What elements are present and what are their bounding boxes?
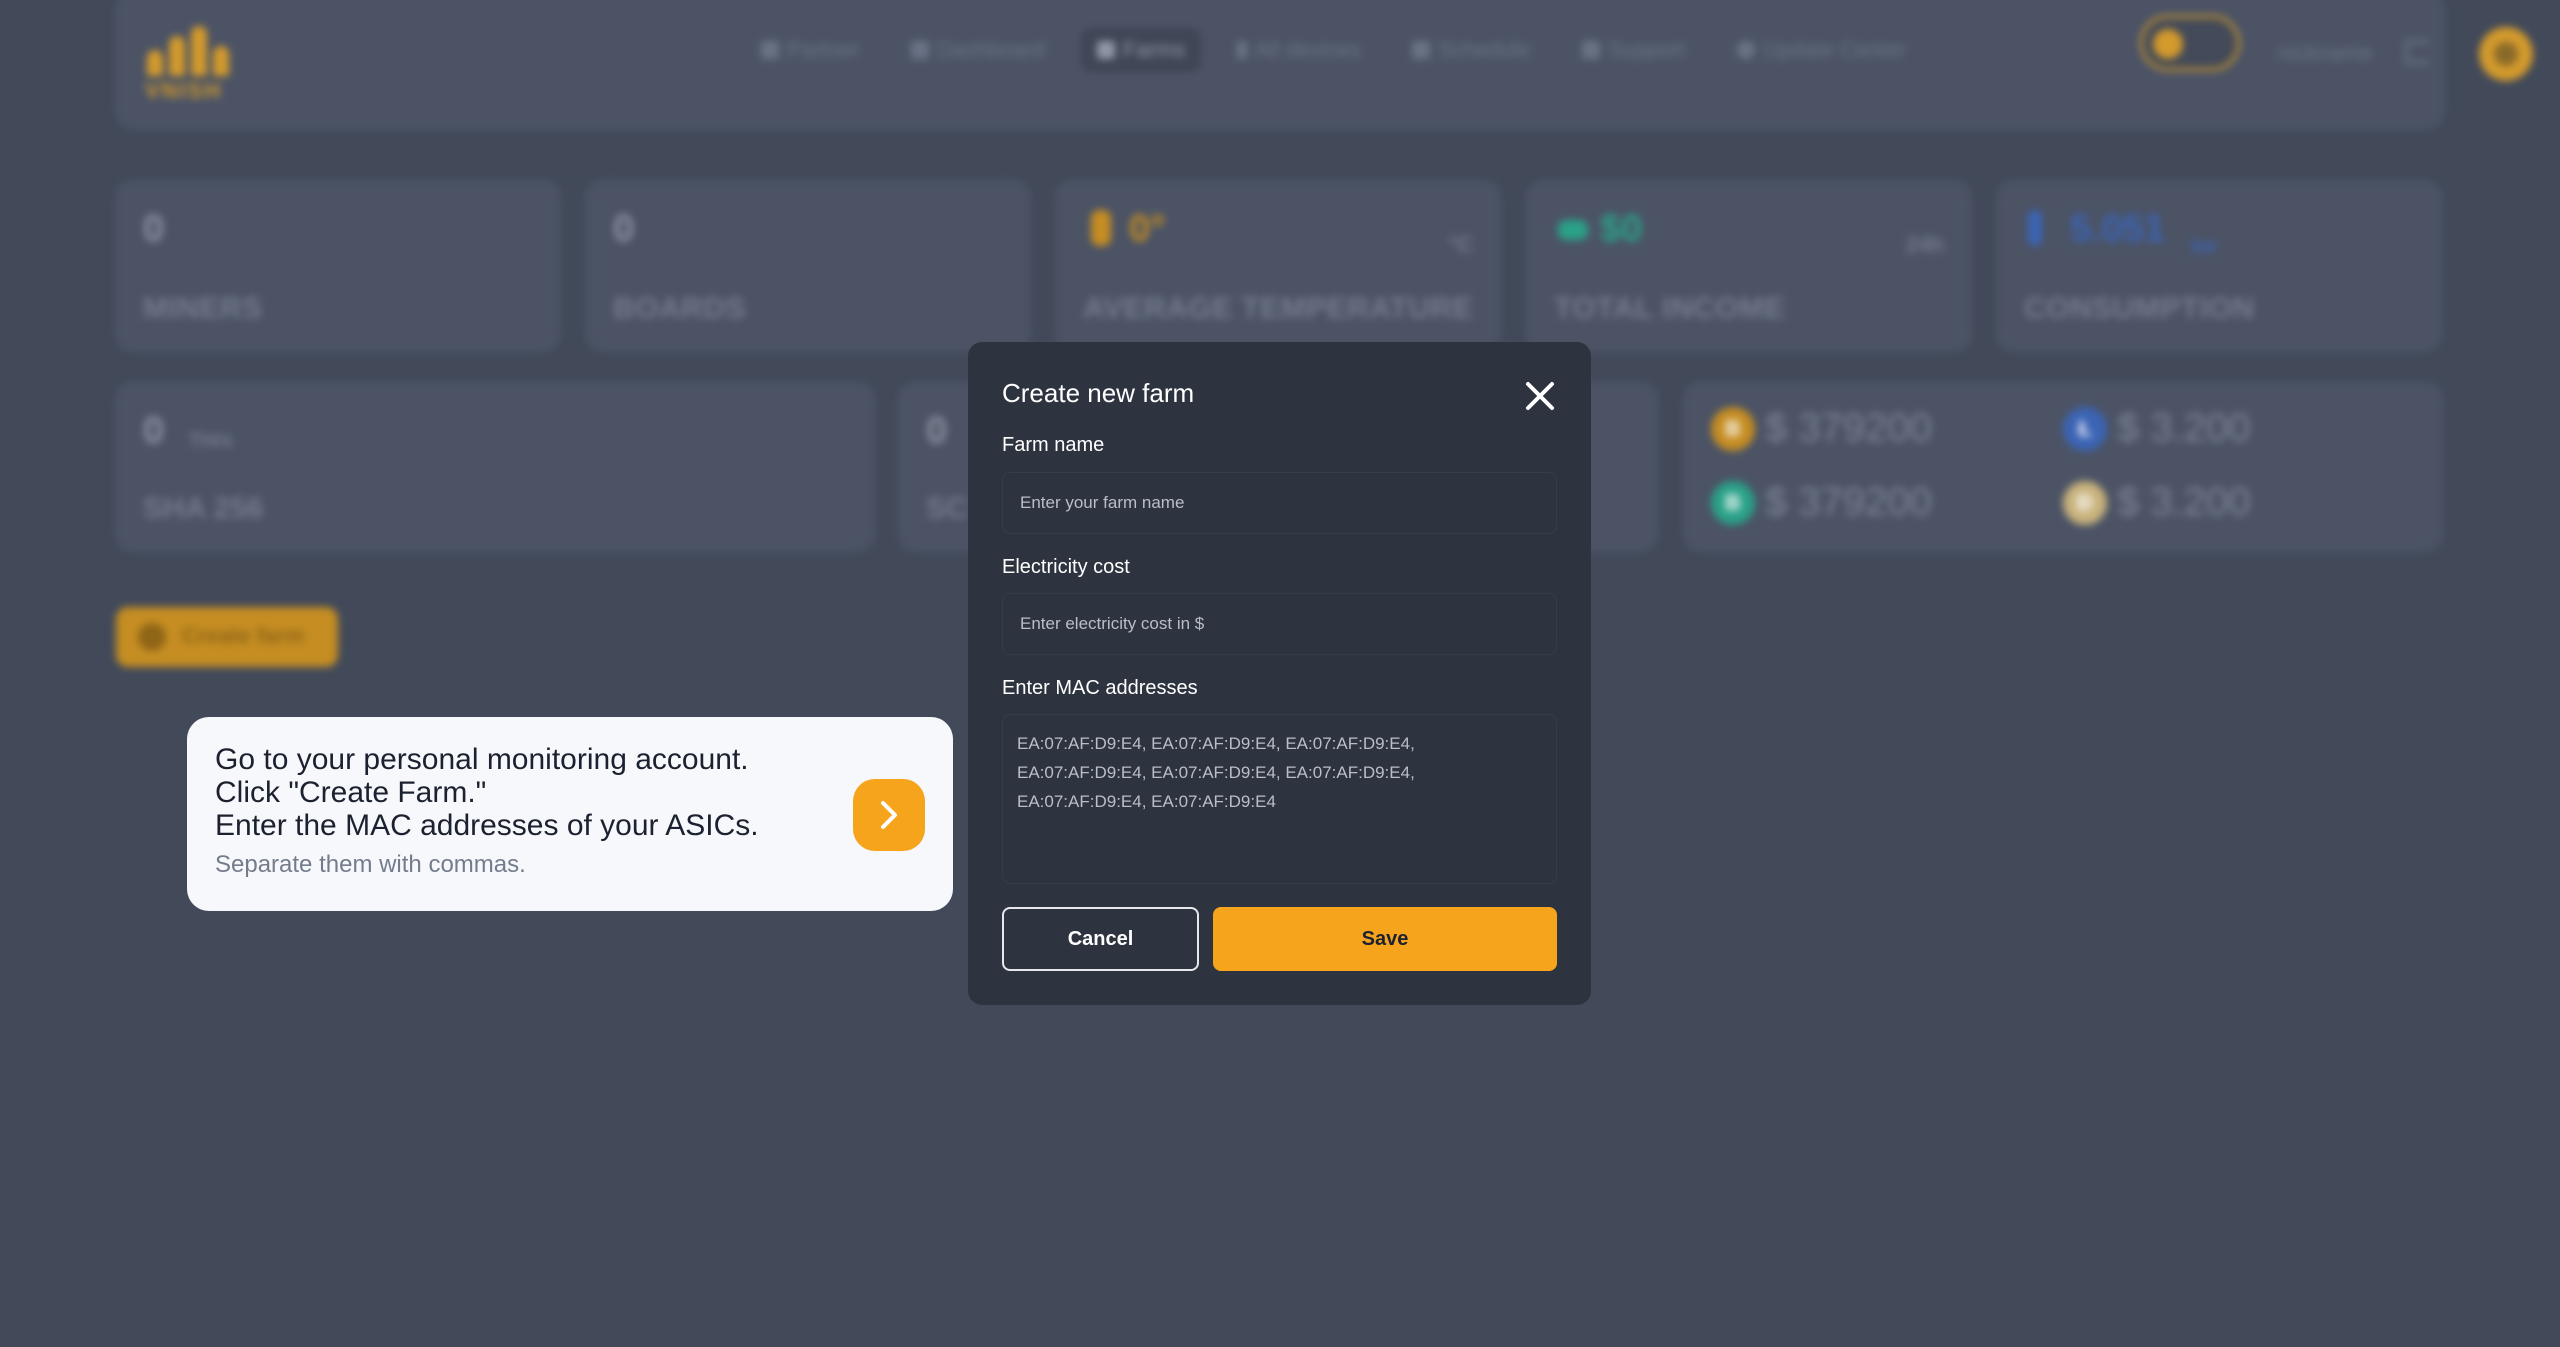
electricity-cost-label: Electricity cost (1002, 556, 1130, 578)
price-row: B $ 379200 (1711, 406, 1932, 451)
stat-card-income: $0 24h TOTAL INCOME (1526, 180, 1972, 352)
stat-value: 5.051 (2070, 208, 2166, 250)
price-value: $ 379200 (1765, 406, 1932, 450)
bitcoin-icon: B (1711, 406, 1755, 451)
stat-label: MINERS (143, 292, 263, 325)
stat-unit: °C (1448, 232, 1473, 257)
logo-mark (147, 26, 237, 76)
create-farm-label: Create farm (182, 623, 305, 648)
stat-label: CONSUMPTION (2024, 292, 2255, 325)
price-row: B $ 379200 (1711, 480, 1932, 525)
hashrate-label: SC (926, 492, 968, 525)
tip-line: Enter the MAC addresses of your ASICs. (215, 809, 759, 842)
dogecoin-icon: Đ (2063, 480, 2107, 525)
toggle-knob (2153, 29, 2183, 59)
money-icon (1558, 220, 1588, 240)
stat-value: 0° (1129, 208, 1166, 250)
top-navbar: VNISH Partner Dashboard Farms All device… (115, 0, 2533, 130)
theme-toggle[interactable] (2140, 15, 2240, 71)
stat-value: 0 (613, 208, 635, 250)
prices-card: B $ 379200 Ł $ 3.200 B $ 379200 Đ $ 3.20… (1683, 382, 2443, 552)
logout-icon[interactable] (2405, 40, 2429, 64)
nav-item-label: Partner (787, 37, 860, 62)
hashrate-unit: TH/s (189, 430, 233, 452)
nav-item-label: Dashboard (937, 37, 1045, 62)
stat-value: 0 (143, 208, 165, 250)
mac-addresses-label: Enter MAC addresses (1002, 677, 1198, 699)
bitcoin-cash-icon: B (1711, 480, 1755, 525)
tip-hint: Separate them with commas. (215, 851, 526, 878)
plus-icon (138, 623, 166, 651)
stat-card-miners: 0 MINERS (115, 180, 561, 352)
onboarding-tip: Go to your personal monitoring account. … (187, 717, 953, 911)
farm-name-label: Farm name (1002, 434, 1105, 456)
price-row: Đ $ 3.200 (2063, 480, 2250, 525)
tip-content: Go to your personal monitoring account. … (215, 743, 815, 880)
farms-icon (1096, 41, 1115, 59)
thermometer-icon (1091, 210, 1111, 246)
tip-next-button[interactable] (853, 779, 925, 851)
nav-item-support[interactable]: Support (1566, 28, 1701, 72)
nav-item-dashboard[interactable]: Dashboard (895, 28, 1061, 72)
save-button[interactable]: Save (1213, 907, 1557, 971)
stat-card-temperature: 0° °C AVERAGE TEMPERATURE (1055, 180, 1501, 352)
price-row: Ł $ 3.200 (2063, 406, 2250, 451)
create-farm-modal: Create new farm Farm name Electricity co… (968, 342, 1591, 1005)
litecoin-icon: Ł (2063, 406, 2107, 451)
hashrate-label: SHA 256 (143, 492, 264, 525)
hashrate-value: 0 (143, 410, 165, 452)
nav-item-farms[interactable]: Farms (1080, 28, 1202, 72)
logo-text: VNISH (145, 78, 223, 103)
stat-unit: kw (2192, 236, 2217, 256)
user-nickname: nickname (2278, 40, 2373, 65)
nav-item-partner[interactable]: Partner (745, 28, 875, 72)
mac-addresses-textarea[interactable]: EA:07:AF:D9:E4, EA:07:AF:D9:E4, EA:07:AF… (1002, 714, 1557, 884)
chat-icon (1582, 41, 1601, 59)
nav-item-label: Update Center (1763, 37, 1907, 62)
lightning-icon (2028, 210, 2042, 246)
hashrate-value: 0 (926, 410, 948, 452)
nav-item-all-devices[interactable]: All devices (1221, 28, 1376, 72)
electricity-cost-input[interactable] (1002, 593, 1557, 655)
stat-value: $0 (1600, 208, 1643, 250)
price-value: $ 3.200 (2117, 480, 2251, 524)
stat-unit: 24h (1906, 232, 1944, 257)
lightning-icon (1237, 41, 1248, 59)
stat-label: TOTAL INCOME (1554, 292, 1785, 325)
chevron-right-icon (881, 801, 897, 829)
stat-card-consumption: 5.051 kw CONSUMPTION (1996, 180, 2442, 352)
vnish-logo[interactable]: VNISH (143, 26, 243, 106)
dashboard-icon (911, 41, 930, 59)
farm-name-input[interactable] (1002, 472, 1557, 534)
tip-line: Go to your personal monitoring account. (215, 743, 749, 776)
nav-item-label: Farms (1122, 37, 1186, 62)
create-farm-button[interactable]: Create farm (116, 607, 338, 667)
cancel-button[interactable]: Cancel (1002, 907, 1199, 971)
hashrate-card-sha256: 0 TH/s SHA 256 (115, 382, 875, 552)
avatar[interactable] (2479, 27, 2533, 81)
nav-menu: Partner Dashboard Farms All devices Sche… (745, 28, 1942, 72)
nav-item-update-center[interactable]: Update Center (1721, 28, 1922, 72)
gear-icon (1737, 41, 1756, 59)
stat-label: BOARDS (613, 292, 747, 325)
nav-item-label: Support (1608, 37, 1686, 62)
price-value: $ 3.200 (2117, 406, 2251, 450)
calendar-icon (1412, 41, 1431, 59)
tip-line: Click "Create Farm." (215, 776, 487, 809)
nav-item-label: Schedule (1438, 37, 1531, 62)
close-icon (1526, 382, 1554, 410)
close-button[interactable] (1522, 378, 1558, 414)
stat-card-boards: 0 BOARDS (585, 180, 1031, 352)
price-value: $ 379200 (1765, 480, 1932, 524)
partner-icon (761, 41, 779, 59)
nav-item-label: All devices (1255, 37, 1361, 62)
modal-title: Create new farm (1002, 378, 1195, 408)
nav-item-schedule[interactable]: Schedule (1396, 28, 1546, 72)
stat-label: AVERAGE TEMPERATURE (1083, 292, 1474, 325)
